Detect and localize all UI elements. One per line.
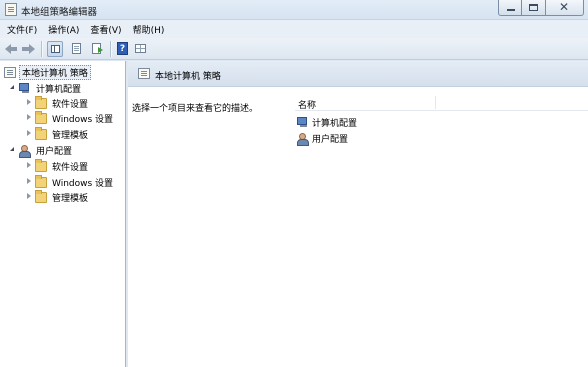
computer-icon xyxy=(19,82,31,94)
tree-item-computer-config[interactable]: 计算机配置 xyxy=(9,81,83,95)
tree-item-label: 本地计算机 策略 xyxy=(19,64,91,80)
computer-icon xyxy=(297,117,309,128)
forward-button[interactable] xyxy=(21,42,35,55)
tree-item-windows-settings[interactable]: Windows 设置 xyxy=(25,174,115,189)
tree-item-label: 软件设置 xyxy=(52,162,89,173)
close-button[interactable]: ✕ xyxy=(546,0,584,16)
policy-editor-icon xyxy=(5,3,17,16)
tree-item-admin-templates[interactable]: 管理模板 xyxy=(25,126,90,141)
properties-icon xyxy=(72,43,81,54)
menu-action[interactable]: 操作(A) xyxy=(48,23,79,36)
console-tree-icon xyxy=(51,45,60,53)
help-icon: ? xyxy=(117,42,128,55)
tree-item-admin-templates[interactable]: 管理模板 xyxy=(25,189,90,204)
users-icon xyxy=(19,144,31,158)
menu-bar: 文件(F) 操作(A) 查看(V) 帮助(H) xyxy=(0,20,588,38)
column-header-row: 名称 xyxy=(295,94,588,111)
grid-icon xyxy=(135,44,146,53)
tree-item-local-computer-policy[interactable]: 本地计算机 策略 xyxy=(4,64,91,80)
maximize-button[interactable] xyxy=(522,0,546,16)
list-item-label: 计算机配置 xyxy=(312,119,358,129)
folder-icon xyxy=(35,110,47,124)
details-header: 本地计算机 策略 xyxy=(128,61,588,87)
policy-icon xyxy=(4,66,16,78)
list-item-label: 用户配置 xyxy=(312,135,349,145)
tree-item-label: 管理模板 xyxy=(52,130,89,141)
maximize-icon xyxy=(529,4,538,11)
list-item-computer-config[interactable]: 计算机配置 xyxy=(297,116,357,129)
tree-item-label: 用户配置 xyxy=(36,146,73,157)
minimize-button[interactable] xyxy=(498,0,522,16)
column-header-name[interactable]: 名称 xyxy=(298,98,316,111)
show-hide-tree-button[interactable] xyxy=(47,41,63,57)
toolbar-separator xyxy=(110,41,111,57)
tree-item-label: 管理模板 xyxy=(52,193,89,204)
users-icon xyxy=(297,133,309,146)
toolbar-separator xyxy=(41,41,42,57)
tree-item-label: 软件设置 xyxy=(52,99,89,110)
export-icon xyxy=(92,43,103,54)
list-item-user-config[interactable]: 用户配置 xyxy=(297,132,349,146)
folder-icon xyxy=(35,158,47,172)
tree-item-windows-settings[interactable]: Windows 设置 xyxy=(25,110,115,125)
close-icon: ✕ xyxy=(559,0,570,14)
menu-help[interactable]: 帮助(H) xyxy=(133,23,165,36)
tree-item-software-settings[interactable]: 软件设置 xyxy=(25,95,90,110)
collapse-arrow-icon[interactable] xyxy=(25,193,33,201)
collapse-arrow-icon[interactable] xyxy=(25,114,33,122)
tree-item-software-settings[interactable]: 软件设置 xyxy=(25,158,90,173)
menu-file[interactable]: 文件(F) xyxy=(7,23,37,36)
description-text: 选择一个项目来查看它的描述。 xyxy=(132,104,259,114)
tree-item-label: Windows 设置 xyxy=(52,114,114,125)
console-tree: 本地计算机 策略 计算机配置 软件设置 Windows 设置 管理模板 用户配置… xyxy=(0,61,126,367)
collapse-arrow-icon[interactable] xyxy=(25,130,33,138)
help-button[interactable]: ? xyxy=(115,41,131,57)
properties-button[interactable] xyxy=(69,41,85,57)
expand-arrow-icon[interactable] xyxy=(9,146,17,154)
window-title: 本地组策略编辑器 xyxy=(21,7,98,18)
collapse-arrow-icon[interactable] xyxy=(25,178,33,186)
toolbar: ? xyxy=(0,38,588,60)
expand-arrow-icon[interactable] xyxy=(9,84,17,92)
tree-item-user-config[interactable]: 用户配置 xyxy=(9,143,74,158)
menu-view[interactable]: 查看(V) xyxy=(90,23,121,36)
window-controls: ✕ xyxy=(498,0,584,16)
folder-icon xyxy=(35,189,47,203)
tree-item-label: Windows 设置 xyxy=(52,178,114,189)
collapse-arrow-icon[interactable] xyxy=(25,162,33,170)
back-button[interactable] xyxy=(5,42,19,55)
export-list-button[interactable] xyxy=(90,41,106,57)
folder-icon xyxy=(35,174,47,188)
folder-icon xyxy=(35,95,47,109)
forward-arrow-icon xyxy=(29,44,35,54)
policy-icon xyxy=(138,68,150,79)
collapse-arrow-icon[interactable] xyxy=(25,99,33,107)
minimize-icon xyxy=(507,9,515,11)
details-pane: 本地计算机 策略 选择一个项目来查看它的描述。 名称 计算机配置 用户配置 xyxy=(128,61,588,367)
details-title: 本地计算机 策略 xyxy=(155,72,221,82)
filter-options-button[interactable] xyxy=(133,41,149,57)
column-divider[interactable] xyxy=(435,96,436,109)
folder-icon xyxy=(35,126,47,140)
title-bar: 本地组策略编辑器 ✕ xyxy=(0,0,588,20)
tree-item-label: 计算机配置 xyxy=(36,84,82,95)
